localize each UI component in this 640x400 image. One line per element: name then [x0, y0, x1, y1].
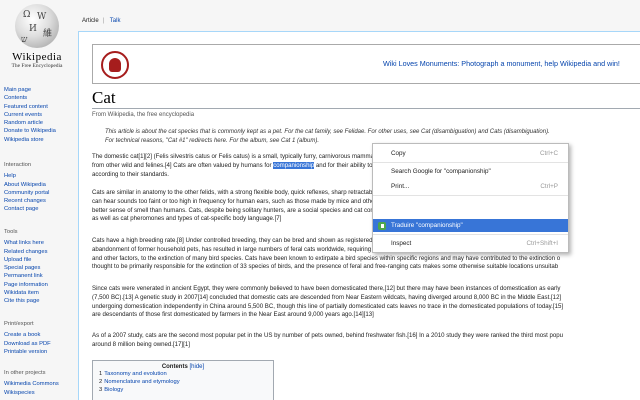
banner-link[interactable]: Wiki Loves Monuments: Photograph a monum… — [383, 59, 620, 68]
paragraph-line: Since cats were venerated in ancient Egy… — [92, 285, 561, 292]
context-menu-inspect[interactable]: Inspect Ctrl+Shift+I — [373, 237, 568, 250]
sidebar-link[interactable]: Cite this page — [4, 297, 48, 305]
context-menu: Copy Ctrl+C Search Google for "companion… — [372, 143, 569, 253]
wiki-loves-monuments-logo — [101, 51, 129, 79]
sidebar-link[interactable]: Page information — [4, 281, 48, 289]
toc-item[interactable]: 1 Taxonomy and evolution — [99, 370, 273, 378]
context-menu-print[interactable]: Print... Ctrl+P — [373, 180, 568, 193]
paragraph-line: thought to be primarily responsible for … — [92, 263, 559, 271]
sidebar-link[interactable]: Recent changes — [4, 197, 49, 205]
sidebar-link[interactable]: Wikipedia store — [4, 136, 56, 144]
context-menu-search-google[interactable]: Search Google for "companionship" — [373, 165, 568, 178]
google-translate-icon — [378, 221, 386, 230]
toc-item-label: Nomenclature and etymology — [104, 379, 180, 385]
sidebar-link[interactable]: Create a book — [4, 331, 51, 339]
menu-item-label: Copy — [391, 150, 406, 157]
toc-item-number: 3 — [99, 387, 103, 393]
sidebar-link[interactable]: Current events — [4, 111, 56, 119]
toc-item-label: Biology — [104, 387, 124, 393]
wikipedia-tagline: The Free Encyclopedia — [11, 63, 63, 69]
toc-item[interactable]: 2 Nomenclature and etymology — [99, 378, 273, 386]
sidebar-link[interactable]: Random article — [4, 119, 56, 127]
context-menu-translate[interactable]: Traduire "companionship" — [373, 219, 568, 232]
article-paragraph: As of a 2007 study, cats are the second … — [92, 332, 563, 350]
sidebar-link[interactable]: Wikispecies — [4, 389, 59, 397]
menu-divider — [373, 195, 568, 196]
site-notice-banner[interactable]: Wiki Loves Monuments: Photograph a monum… — [92, 44, 640, 84]
menu-divider — [373, 162, 568, 163]
toc-item[interactable]: 3 Biology — [99, 386, 273, 394]
sidebar-link[interactable]: Related changes — [4, 248, 48, 256]
sidebar-link[interactable]: Contents — [4, 94, 56, 102]
site-subtitle: From Wikipedia, the free encyclopedia — [92, 112, 195, 118]
sidebar-link[interactable]: Upload file — [4, 256, 48, 264]
title-divider — [92, 108, 640, 109]
table-of-contents: Contents [hide] 1 Taxonomy and evolution … — [92, 360, 274, 400]
toc-item-number: 1 — [99, 371, 103, 377]
toc-hide-link[interactable]: [hide] — [189, 364, 204, 370]
tab-separator: | — [102, 18, 105, 24]
sidebar-link[interactable]: Help — [4, 172, 49, 180]
sidebar-link[interactable]: Permanent link — [4, 272, 48, 280]
menu-item-shortcut: Ctrl+C — [539, 150, 558, 157]
menu-item-label: Print... — [391, 183, 410, 190]
tab-talk[interactable]: Talk — [110, 18, 121, 24]
paragraph-line: are descendants of those first domestica… — [92, 311, 374, 319]
paragraph-line: As of a 2007 study, cats are the second … — [92, 332, 564, 339]
sidebar-link[interactable]: Printable version — [4, 348, 51, 356]
sidebar-link[interactable]: Download as PDF — [4, 340, 51, 348]
sidebar-heading-interaction: Interaction — [4, 162, 32, 168]
menu-divider — [373, 234, 568, 235]
sidebar-link[interactable]: What links here — [4, 239, 48, 247]
menu-item-shortcut: Ctrl+P — [540, 183, 558, 190]
paragraph-line: undergoing domestication independently i… — [92, 302, 564, 310]
sidebar-link[interactable]: Wikimedia Commons — [4, 380, 59, 388]
menu-item-shortcut: Ctrl+Shift+I — [526, 240, 559, 247]
wikipedia-wordmark: Wikipedia — [12, 51, 62, 63]
selected-text[interactable]: companionship — [273, 161, 315, 169]
sidebar-navigation: Main page Contents Featured content Curr… — [4, 86, 56, 144]
sidebar-heading-print: Print/export — [4, 321, 34, 327]
context-menu-copy[interactable]: Copy Ctrl+C — [373, 147, 568, 160]
sidebar-tools: Tools What links here Related changes Up… — [4, 228, 48, 306]
sidebar-link[interactable]: Featured content — [4, 103, 56, 111]
sidebar-interaction: Interaction Help About Wikipedia Communi… — [4, 161, 49, 214]
sidebar-link[interactable]: Special pages — [4, 264, 48, 272]
menu-item-label: Search Google for "companionship" — [391, 168, 491, 175]
page-tabs: Article | Talk — [82, 18, 124, 24]
sidebar-link[interactable]: Main page — [4, 86, 56, 94]
wikipedia-logo[interactable]: ΩW И維 ש Wikipedia The Free Encyclopedia — [6, 4, 68, 70]
hatnote-line: This article is about the cat species th… — [105, 129, 550, 135]
sidebar-heading-tools: Tools — [4, 229, 18, 235]
sidebar-heading-other: In other projects — [4, 370, 46, 376]
menu-item-label: Traduire "companionship" — [391, 222, 463, 229]
paragraph-line: and other factors, to the extinction of … — [92, 254, 561, 262]
sidebar-link[interactable]: Community portal — [4, 189, 49, 197]
toc-item-label: Taxonomy and evolution — [104, 371, 167, 377]
sidebar-print: Print/export Create a book Download as P… — [4, 320, 51, 356]
page-title: Cat — [92, 88, 116, 107]
paragraph-line: (7,500 BC).[13] A genetic study in 2007[… — [92, 293, 562, 301]
sidebar-link[interactable]: Donate to Wikipedia — [4, 127, 56, 135]
paragraph-line: around 8 million being owned.[17][1] — [92, 340, 190, 348]
menu-item-label: Inspect — [391, 240, 412, 247]
sidebar-link[interactable]: About Wikipedia — [4, 181, 49, 189]
sidebar: ΩW И維 ש Wikipedia The Free Encyclopedia … — [0, 0, 78, 400]
sidebar-link[interactable]: Contact page — [4, 205, 49, 213]
text-run: from other wild and felines.[4] Cats are… — [92, 161, 274, 169]
toc-item-number: 2 — [99, 379, 103, 385]
wikipedia-globe-icon: ΩW И維 ש — [15, 4, 59, 48]
sidebar-link[interactable]: Wikidata item — [4, 289, 48, 297]
tab-article[interactable]: Article — [82, 18, 99, 24]
article-paragraph: Since cats were venerated in ancient Egy… — [92, 285, 563, 320]
sidebar-other-projects: In other projects Wikimedia Commons Wiki… — [4, 369, 59, 397]
